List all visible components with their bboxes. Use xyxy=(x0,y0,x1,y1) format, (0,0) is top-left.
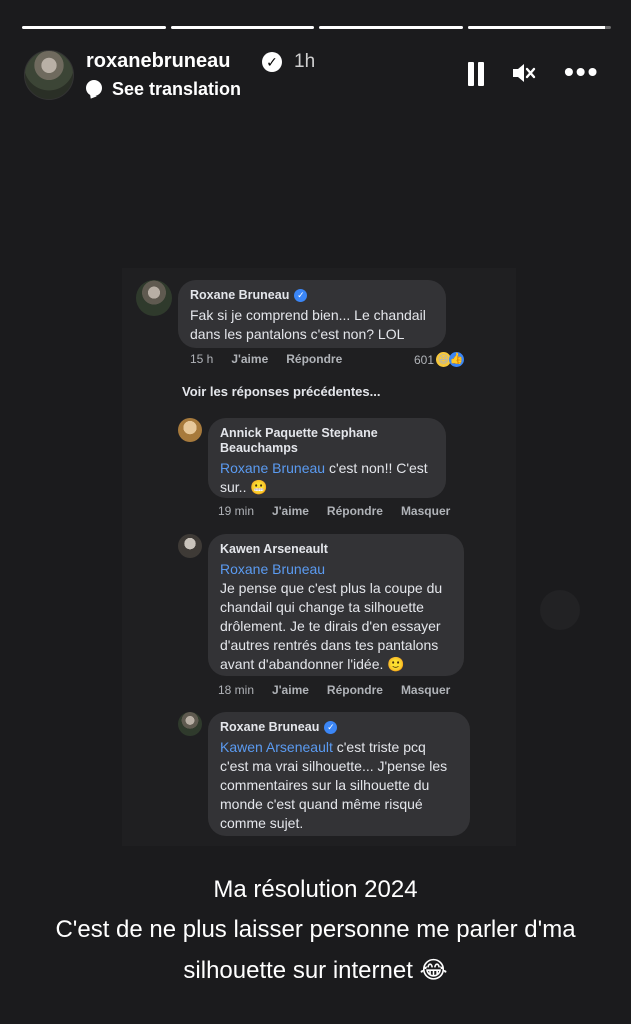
progress-segment xyxy=(22,26,166,29)
see-previous-replies-link[interactable]: Voir les réponses précédentes... xyxy=(182,384,380,399)
caption-line: C'est de ne plus laisser personne me par… xyxy=(55,916,576,943)
comment-author[interactable]: Annick Paquette Stephane Beauchamps xyxy=(220,426,434,456)
grimace-emoji: 😬 xyxy=(250,480,268,496)
comment-text: Je pense que c'est plus la coupe du chan… xyxy=(220,580,443,672)
comment-bubble: Roxane Bruneau ✓ Kawen Arseneault c'est … xyxy=(208,712,470,836)
comment-time: 15 h xyxy=(190,352,214,366)
like-button[interactable]: J'aime xyxy=(272,504,309,518)
comment-author[interactable]: Roxane Bruneau xyxy=(220,720,319,735)
verified-icon: ✓ xyxy=(294,289,308,302)
mute-icon[interactable] xyxy=(510,60,538,88)
like-button[interactable]: J'aime xyxy=(272,683,309,697)
progress-segment xyxy=(467,26,611,29)
comment-avatar xyxy=(178,418,202,442)
reply-button[interactable]: Répondre xyxy=(286,352,342,366)
reply-button[interactable]: Répondre xyxy=(327,683,383,697)
background-shape xyxy=(540,590,580,630)
smile-emoji: 🙂 xyxy=(387,657,405,673)
avatar[interactable] xyxy=(24,50,74,100)
comment-actions: 15 h J'aime Répondre xyxy=(190,352,342,366)
comment-author[interactable]: Roxane Bruneau xyxy=(190,288,289,303)
laughing-emoji: 😂 xyxy=(419,956,448,984)
username[interactable]: roxanebruneau xyxy=(86,50,230,73)
comment-actions: 19 min J'aime Répondre Masquer xyxy=(218,504,450,518)
reply-button[interactable]: Répondre xyxy=(327,504,383,518)
post-time: 1h xyxy=(294,51,316,72)
hide-button[interactable]: Masquer xyxy=(401,683,450,697)
story-header: roxanebruneau ✓ 1h See translation ••• xyxy=(24,46,611,102)
comment-screenshot: Roxane Bruneau ✓ Fak si je comprend bien… xyxy=(122,268,516,846)
mention-link[interactable]: Roxane Bruneau xyxy=(220,460,325,476)
speech-bubble-icon xyxy=(86,80,102,96)
verified-badge-icon: ✓ xyxy=(262,52,282,72)
verified-icon: ✓ xyxy=(324,721,338,734)
see-translation-button[interactable]: See translation xyxy=(112,79,241,100)
caption-line: silhouette sur internet xyxy=(183,957,420,984)
comment-actions: 18 min J'aime Répondre Masquer xyxy=(218,683,450,697)
story-caption: Ma résolution 2024 C'est de ne plus lais… xyxy=(0,870,631,991)
more-icon[interactable]: ••• xyxy=(564,58,599,86)
like-button[interactable]: J'aime xyxy=(231,352,268,366)
progress-segment xyxy=(319,26,463,29)
comment-avatar xyxy=(136,280,172,316)
comment-text: Fak si je comprend bien... Le chandail d… xyxy=(190,307,426,342)
comment-author[interactable]: Kawen Arseneault xyxy=(220,542,452,557)
comment-time: 19 min xyxy=(218,504,255,518)
comment-bubble: Kawen Arseneault Roxane Bruneau Je pense … xyxy=(208,534,464,676)
comment-avatar xyxy=(178,712,202,736)
caption-line: Ma résolution 2024 xyxy=(213,876,418,903)
comment-bubble: Roxane Bruneau ✓ Fak si je comprend bien… xyxy=(178,280,446,348)
hide-button[interactable]: Masquer xyxy=(401,504,450,518)
like-reaction-icon: 👍 xyxy=(449,352,465,367)
comment-time: 18 min xyxy=(218,683,255,697)
story-progress-bar xyxy=(22,26,611,29)
mention-link[interactable]: Kawen Arseneault xyxy=(220,739,333,755)
comment-avatar xyxy=(178,534,202,558)
mention-link[interactable]: Roxane Bruneau xyxy=(220,560,452,579)
reaction-summary[interactable]: 601 😆 👍 xyxy=(414,352,465,367)
reaction-count: 601 xyxy=(414,352,435,367)
comment-bubble: Annick Paquette Stephane Beauchamps Roxa… xyxy=(208,418,446,498)
progress-segment xyxy=(170,26,314,29)
pause-icon[interactable] xyxy=(466,62,486,86)
